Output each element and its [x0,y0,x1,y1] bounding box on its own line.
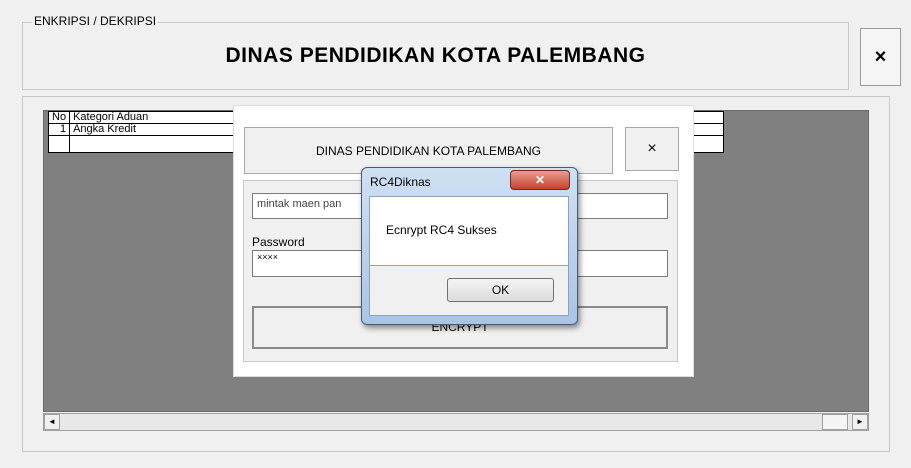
column-header-no[interactable]: No [47,111,71,124]
page-title: DINAS PENDIDIKAN KOTA PALEMBANG [225,44,646,67]
scroll-left-icon[interactable]: ◄ [44,414,60,430]
main-close-button[interactable]: × [860,28,901,86]
form-close-button[interactable]: × [625,127,679,171]
scrollbar-thumb[interactable] [822,414,848,430]
frame-legend: ENKRIPSI / DEKRIPSI [32,14,159,28]
password-label: Password [252,235,305,249]
cell-blank [47,135,71,153]
horizontal-scrollbar[interactable]: ◄ ► [43,413,869,431]
scroll-right-icon[interactable]: ► [852,414,868,430]
message-box-close-icon[interactable]: ✕ [510,170,570,190]
message-box-title: RC4Diknas [370,175,431,189]
ok-button[interactable]: OK [447,278,554,302]
message-box-text: Ecnrypt RC4 Sukses [386,223,497,237]
cell-no[interactable]: 1 [47,123,71,136]
